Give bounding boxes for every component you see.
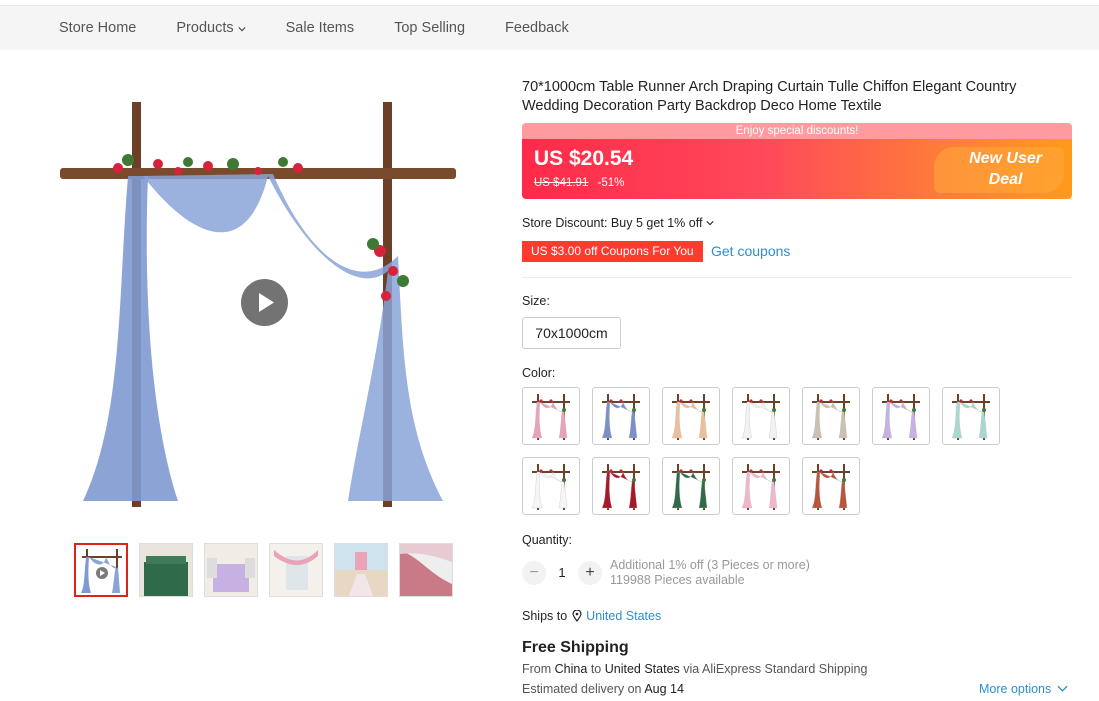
ship-from-country: China bbox=[554, 662, 588, 676]
old-price-row: US $41.91 -51% bbox=[534, 177, 624, 189]
new-user-deal-badge: New User Deal bbox=[969, 148, 1042, 190]
ships-to-row: Ships to United States bbox=[522, 609, 661, 623]
current-price: US $20.54 bbox=[534, 147, 634, 170]
play-icon bbox=[259, 293, 274, 312]
nav-sale-items[interactable]: Sale Items bbox=[286, 20, 355, 36]
color-swatch-1[interactable] bbox=[522, 387, 580, 445]
quantity-available: 119988 Pieces available bbox=[610, 573, 745, 587]
free-shipping-title: Free Shipping bbox=[522, 639, 629, 656]
quantity-note: Additional 1% off (3 Pieces or more) 119… bbox=[610, 558, 810, 588]
thumbnail-3[interactable] bbox=[204, 543, 258, 597]
original-price: US $41.91 bbox=[534, 177, 589, 189]
coupon-tag[interactable]: US $3.00 off Coupons For You bbox=[522, 241, 703, 262]
est-prefix: Estimated delivery on bbox=[522, 682, 642, 696]
nav-feedback[interactable]: Feedback bbox=[505, 20, 569, 36]
swatch-image bbox=[741, 464, 780, 510]
promo-banner: Enjoy special discounts! US $20.54 US $4… bbox=[522, 123, 1072, 199]
color-swatch-8[interactable] bbox=[522, 457, 580, 515]
divider bbox=[522, 277, 1072, 278]
deal-line-2: Deal bbox=[988, 171, 1023, 188]
nav-label: Sale Items bbox=[285, 20, 355, 36]
nav-label: Top Selling bbox=[394, 20, 466, 36]
more-options-link[interactable]: More options bbox=[979, 682, 1068, 696]
ship-country-link[interactable]: United States bbox=[586, 609, 661, 623]
nav-label: Feedback bbox=[505, 20, 569, 36]
color-swatch-10[interactable] bbox=[662, 457, 720, 515]
color-swatch-9[interactable] bbox=[592, 457, 650, 515]
swatch-image bbox=[811, 464, 850, 510]
product-title: 70*1000cm Table Runner Arch Draping Curt… bbox=[522, 79, 1017, 114]
chevron-down-icon bbox=[237, 26, 246, 32]
discount-percent: -51% bbox=[597, 177, 625, 189]
ship-method: via AliExpress Standard Shipping bbox=[683, 662, 868, 676]
color-label: Color: bbox=[522, 366, 556, 380]
nav-store-home[interactable]: Store Home bbox=[59, 20, 136, 36]
color-swatch-4[interactable] bbox=[732, 387, 790, 445]
swatch-image bbox=[601, 394, 640, 440]
quantity-discount-note: Additional 1% off (3 Pieces or more) bbox=[610, 558, 810, 572]
price-block: US $20.54 US $41.91 -51% New User Deal bbox=[522, 139, 1072, 199]
thumbnail-image bbox=[205, 544, 257, 596]
nav-products[interactable]: Products bbox=[176, 20, 246, 36]
swatch-image bbox=[531, 464, 570, 510]
thumbnail-strip bbox=[74, 543, 464, 597]
swatch-image bbox=[671, 464, 710, 510]
chevron-down-icon bbox=[706, 221, 714, 226]
quantity-increase-button[interactable]: + bbox=[578, 561, 602, 585]
thumbnail-5[interactable] bbox=[334, 543, 388, 597]
nav-top-selling[interactable]: Top Selling bbox=[394, 20, 465, 36]
store-discount[interactable]: Store Discount: Buy 5 get 1% off bbox=[522, 216, 714, 230]
color-swatch-5[interactable] bbox=[802, 387, 860, 445]
thumbnail-image bbox=[335, 544, 387, 596]
ship-to-country: United States bbox=[604, 662, 680, 676]
swatch-image bbox=[811, 394, 850, 440]
swatch-image bbox=[881, 394, 920, 440]
get-coupons-link[interactable]: Get coupons bbox=[711, 243, 790, 259]
location-pin-icon bbox=[572, 610, 582, 622]
chevron-down-icon bbox=[1057, 685, 1068, 692]
quantity-label: Quantity: bbox=[522, 533, 573, 547]
quantity-value[interactable]: 1 bbox=[552, 565, 572, 580]
est-date: Aug 14 bbox=[644, 682, 684, 696]
from-prefix: From bbox=[522, 662, 552, 676]
shipping-route: From China to United States via AliExpre… bbox=[522, 662, 867, 676]
size-label: Size: bbox=[522, 294, 550, 308]
play-video-button[interactable] bbox=[241, 279, 288, 326]
thumbnail-image bbox=[270, 544, 322, 596]
thumbnail-4[interactable] bbox=[269, 543, 323, 597]
promo-banner-text: Enjoy special discounts! bbox=[522, 123, 1072, 139]
color-swatch-7[interactable] bbox=[942, 387, 1000, 445]
store-nav: Store Home Products Sale Items Top Selli… bbox=[0, 6, 1099, 50]
color-swatch-2[interactable] bbox=[592, 387, 650, 445]
to-prefix: to bbox=[590, 662, 602, 676]
swatch-image bbox=[741, 394, 780, 440]
thumbnail-image bbox=[81, 549, 122, 593]
swatch-image bbox=[531, 394, 570, 440]
thumbnail-image bbox=[400, 544, 452, 596]
store-discount-text: Store Discount: Buy 5 get 1% off bbox=[522, 216, 703, 230]
quantity-decrease-button[interactable]: − bbox=[522, 561, 546, 585]
nav-label: Store Home bbox=[59, 20, 137, 36]
color-swatch-6[interactable] bbox=[872, 387, 930, 445]
ships-to-label: Ships to bbox=[522, 609, 568, 623]
thumbnail-1[interactable] bbox=[74, 543, 128, 597]
color-swatch-12[interactable] bbox=[802, 457, 860, 515]
estimated-delivery: Estimated delivery on Aug 14 bbox=[522, 682, 684, 696]
thumbnail-2[interactable] bbox=[139, 543, 193, 597]
color-swatch-11[interactable] bbox=[732, 457, 790, 515]
swatch-image bbox=[601, 464, 640, 510]
swatch-image bbox=[951, 394, 990, 440]
thumbnail-6[interactable] bbox=[399, 543, 453, 597]
nav-label: Products bbox=[176, 20, 234, 36]
thumbnail-image bbox=[140, 544, 192, 596]
more-options-label: More options bbox=[979, 682, 1052, 696]
color-swatch-3[interactable] bbox=[662, 387, 720, 445]
swatch-image bbox=[671, 394, 710, 440]
deal-line-1: New User bbox=[969, 150, 1042, 167]
size-option[interactable]: 70x1000cm bbox=[522, 317, 621, 349]
